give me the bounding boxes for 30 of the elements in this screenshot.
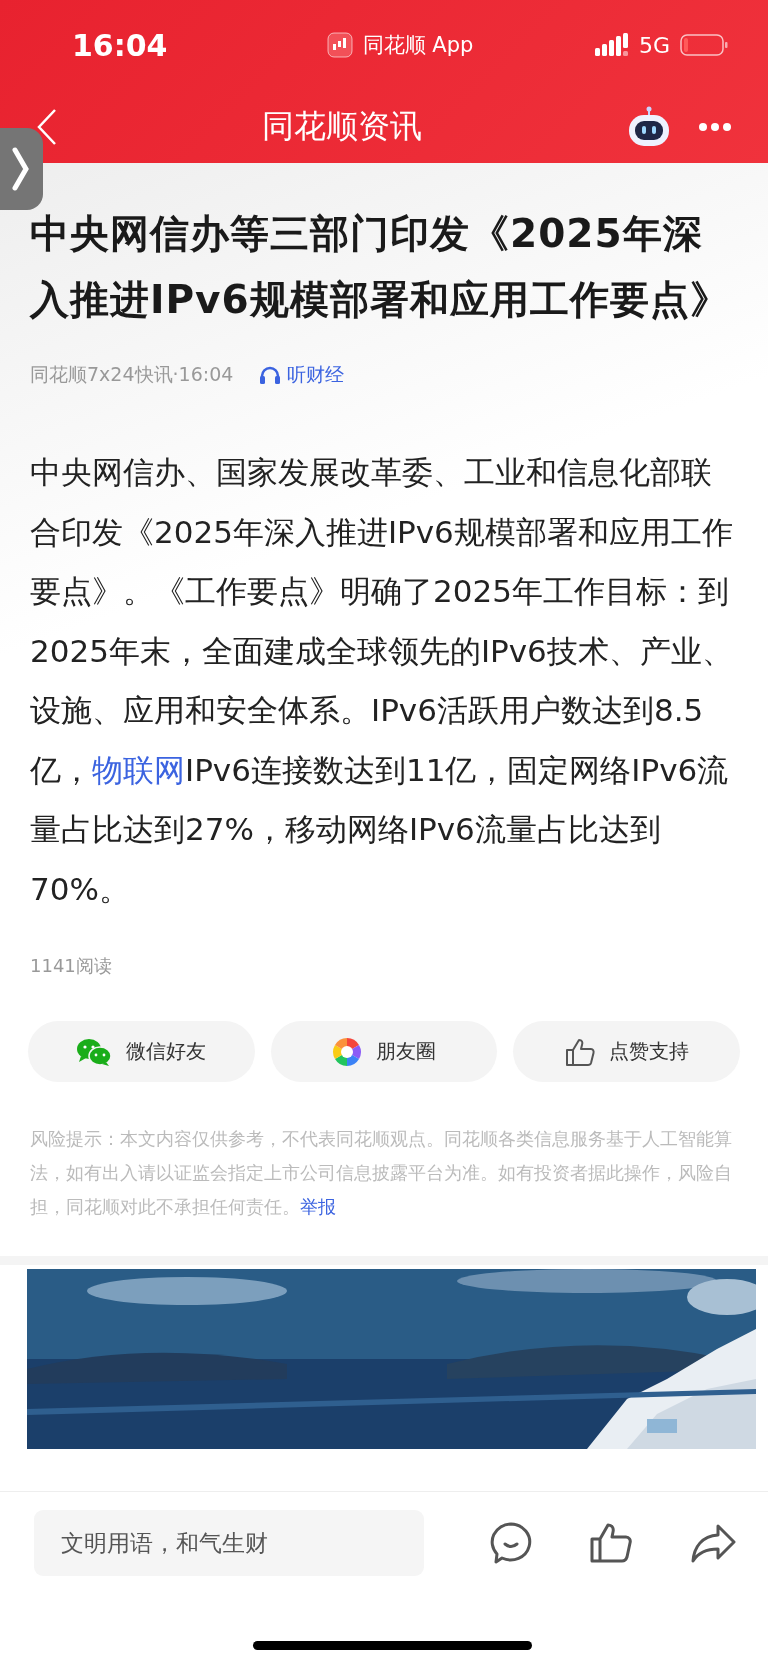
- share-button[interactable]: 微信好友: [28, 1021, 255, 1082]
- app-name: 同花顺 App: [362, 32, 474, 59]
- battery-icon: [680, 34, 728, 56]
- aperture-icon: [332, 1036, 362, 1067]
- headphones-icon: [259, 365, 282, 385]
- share-button[interactable]: 点赞支持: [513, 1021, 740, 1082]
- thumbs-up-icon: [564, 1036, 595, 1067]
- back-icon[interactable]: [36, 107, 58, 146]
- share-icon[interactable]: [690, 1523, 736, 1563]
- chat-bubbles-icon: [76, 1036, 113, 1067]
- share-button[interactable]: 朋友圈: [270, 1021, 498, 1082]
- robot-icon[interactable]: [626, 105, 672, 148]
- network-label: 5G: [638, 32, 670, 58]
- side-handle[interactable]: [0, 128, 43, 210]
- clock-time: 16:04: [72, 27, 169, 63]
- comment-field[interactable]: 文明用语，和气生财: [34, 1510, 424, 1576]
- read-count: 1141阅读: [30, 954, 113, 978]
- report-link[interactable]: 举报: [300, 1197, 336, 1217]
- keyword-link[interactable]: 物联网: [92, 751, 185, 788]
- risk-disclaimer: 风险提示：本文内容仅供参考，不代表同花顺观点。同花顺各类信息服务基于人工智能算法，如有出入请以证监会指定上市公司信息披露平台为准。如有投资者据此操作，风险自担，同花顺对此不承担任何责任。举报: [30, 1128, 733, 1219]
- page-title: 同花顺资讯: [261, 105, 423, 147]
- thumbs-up-icon[interactable]: [590, 1523, 632, 1563]
- source-time: 同花顺7x24快讯·16:04: [30, 362, 234, 387]
- signal-icon: [594, 33, 629, 57]
- article-title: 中央网信办等三部门印发《2025年深入推进IPv6规模部署和应用工作要点》: [30, 210, 731, 324]
- comment-icon[interactable]: [490, 1522, 532, 1564]
- article-body: 中央网信办、国家发展改革委、工业和信息化部联合印发《2025年深入推进IPv6规模部署和应用工作要点》。《工作要点》明确了2025年工作目标：到2025年末，全面建成全球领先的IPv6技术、产业、设施、应用和安全体系。IPv6活跃用户数达到8.5亿，物联网IPv6连接数达到11亿，固定网络IPv6流量占比达到27%，移动网络IPv6流量占比达到70%。: [30, 453, 734, 909]
- more-icon[interactable]: [698, 121, 732, 132]
- app-icon: [326, 32, 353, 58]
- listen-link[interactable]: 听财经: [259, 362, 345, 388]
